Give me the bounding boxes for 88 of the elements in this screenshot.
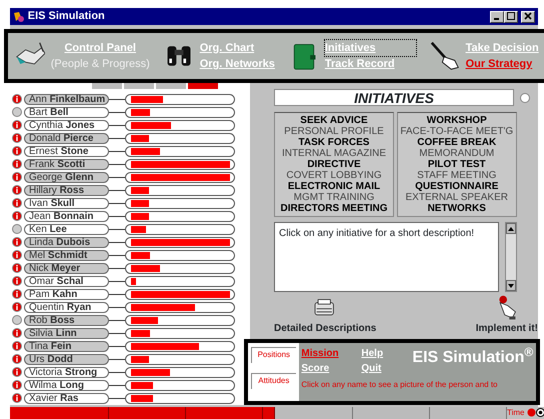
radio-button[interactable]: [520, 92, 530, 102]
scroll-down-button[interactable]: [506, 280, 516, 291]
initiative-item[interactable]: COFFEE BREAK: [398, 136, 516, 148]
info-icon[interactable]: [12, 393, 22, 404]
action-label[interactable]: Implement it!: [476, 320, 538, 336]
initiative-item[interactable]: TASK FORCES: [275, 136, 393, 148]
person-name[interactable]: Ann Finkelbaum: [24, 94, 109, 105]
initiative-item[interactable]: ELECTRONIC MAIL: [275, 180, 393, 192]
info-icon[interactable]: [12, 250, 22, 260]
initiative-item[interactable]: FACE-TO-FACE MEET'G: [398, 126, 516, 136]
app-icon: [13, 10, 25, 22]
person-name[interactable]: Cynthia Jones: [24, 120, 109, 131]
info-icon[interactable]: [12, 159, 22, 170]
initiative-item[interactable]: MGMT TRAINING: [275, 192, 393, 202]
person-name[interactable]: Frank Scotti: [24, 158, 109, 170]
person-name[interactable]: Victoria Strong: [24, 366, 109, 378]
info-icon[interactable]: [12, 211, 22, 222]
person-name[interactable]: Pam Kahn: [24, 288, 109, 300]
window-title: EIS Simulation: [28, 9, 105, 24]
time-indicator-icon: [527, 407, 544, 419]
info-icon[interactable]: [12, 263, 22, 274]
person-name[interactable]: Xavier Ras: [24, 392, 109, 404]
initiative-item[interactable]: COVERT LOBBYING: [275, 170, 393, 180]
maximize-button[interactable]: [504, 10, 518, 22]
initiative-item[interactable]: EXTERNAL SPEAKER: [398, 192, 516, 202]
scrollbar[interactable]: [504, 222, 516, 292]
info-icon[interactable]: [12, 302, 22, 312]
person-name[interactable]: Quentin Ryan: [24, 302, 109, 313]
description-box: Click on any initiative for a short description!: [274, 222, 499, 292]
person-name[interactable]: Bart Bell: [24, 106, 109, 118]
info-icon[interactable]: [12, 198, 22, 208]
initiative-item[interactable]: DIRECTORS MEETING: [275, 202, 393, 214]
person-name[interactable]: Donald Pierce: [24, 132, 109, 144]
info-icon[interactable]: [12, 133, 22, 144]
person-name[interactable]: Tina Fein: [24, 340, 109, 352]
app-logo-text: EIS Simulation$^{®}$: [412, 346, 534, 368]
info-icon[interactable]: [12, 276, 22, 286]
initiative-item[interactable]: MEMORANDUM: [398, 148, 516, 158]
initiative-item[interactable]: INTERNAL MAGAZINE: [275, 148, 393, 158]
pointer-icon[interactable]: [430, 41, 460, 71]
initiative-item[interactable]: NETWORKS: [398, 202, 516, 214]
view-button[interactable]: Attitudes: [251, 373, 296, 389]
info-icon[interactable]: [12, 367, 22, 378]
scroll-up-button[interactable]: [506, 223, 516, 234]
close-icon[interactable]: [524, 12, 532, 20]
person-name[interactable]: Urs Dodd: [24, 354, 109, 365]
info-icon[interactable]: [12, 354, 22, 364]
person-name[interactable]: Nick Meyer: [24, 262, 109, 274]
person-name[interactable]: Jean Bonnain: [24, 210, 109, 222]
info-icon[interactable]: [12, 380, 22, 390]
initiative-item[interactable]: DIRECTIVE: [275, 158, 393, 170]
person-name[interactable]: Omar Schal: [24, 276, 109, 287]
initiative-item[interactable]: PILOT TEST: [398, 158, 516, 170]
info-icon[interactable]: [12, 120, 22, 130]
info-icon[interactable]: [12, 237, 22, 248]
person-name[interactable]: Ivan Skull: [24, 198, 109, 209]
initiative-item[interactable]: PERSONAL PROFILE: [275, 126, 393, 136]
info-icon[interactable]: [12, 94, 22, 104]
initiative-item[interactable]: SEEK ADVICE: [275, 114, 393, 126]
person-name[interactable]: Hillary Ross: [24, 184, 109, 196]
time-label: Time: [507, 407, 524, 419]
view-button[interactable]: Positions: [251, 347, 296, 363]
info-icon[interactable]: [12, 185, 22, 196]
up-arrow-icon[interactable]: [508, 226, 514, 230]
info-icon[interactable]: [12, 341, 22, 352]
initiative-item[interactable]: QUESTIONNAIRE: [398, 180, 516, 192]
maximize-icon[interactable]: [507, 12, 516, 20]
panel-heading: INITIATIVES: [274, 89, 514, 106]
person-name[interactable]: Ernest Stone: [24, 146, 109, 157]
person-name[interactable]: Rob Boss: [24, 314, 109, 326]
close-button[interactable]: [521, 10, 535, 22]
person-name[interactable]: George Glenn: [24, 172, 109, 183]
info-icon[interactable]: [12, 146, 22, 156]
person-name[interactable]: Ken Lee: [24, 224, 109, 235]
info-icon[interactable]: [12, 328, 22, 338]
info-icon[interactable]: [12, 172, 22, 182]
initiative-item[interactable]: WORKSHOP: [398, 114, 516, 126]
minimize-button[interactable]: [490, 10, 504, 22]
person-name[interactable]: Silvia Linn: [24, 328, 109, 339]
down-arrow-icon[interactable]: [508, 284, 514, 288]
hint-text: Click on any name to see a picture of the person and to: [301, 378, 499, 390]
person-name[interactable]: Linda Dubois: [24, 236, 109, 248]
action-label[interactable]: Detailed Descriptions: [274, 320, 376, 336]
info-icon[interactable]: [12, 289, 22, 300]
subtitle: (People & Progress): [50, 57, 150, 72]
person-name[interactable]: Mel Schmidt: [24, 250, 109, 261]
person-name[interactable]: Wilma Long: [24, 380, 109, 391]
initiative-item[interactable]: STAFF MEETING: [398, 170, 516, 180]
